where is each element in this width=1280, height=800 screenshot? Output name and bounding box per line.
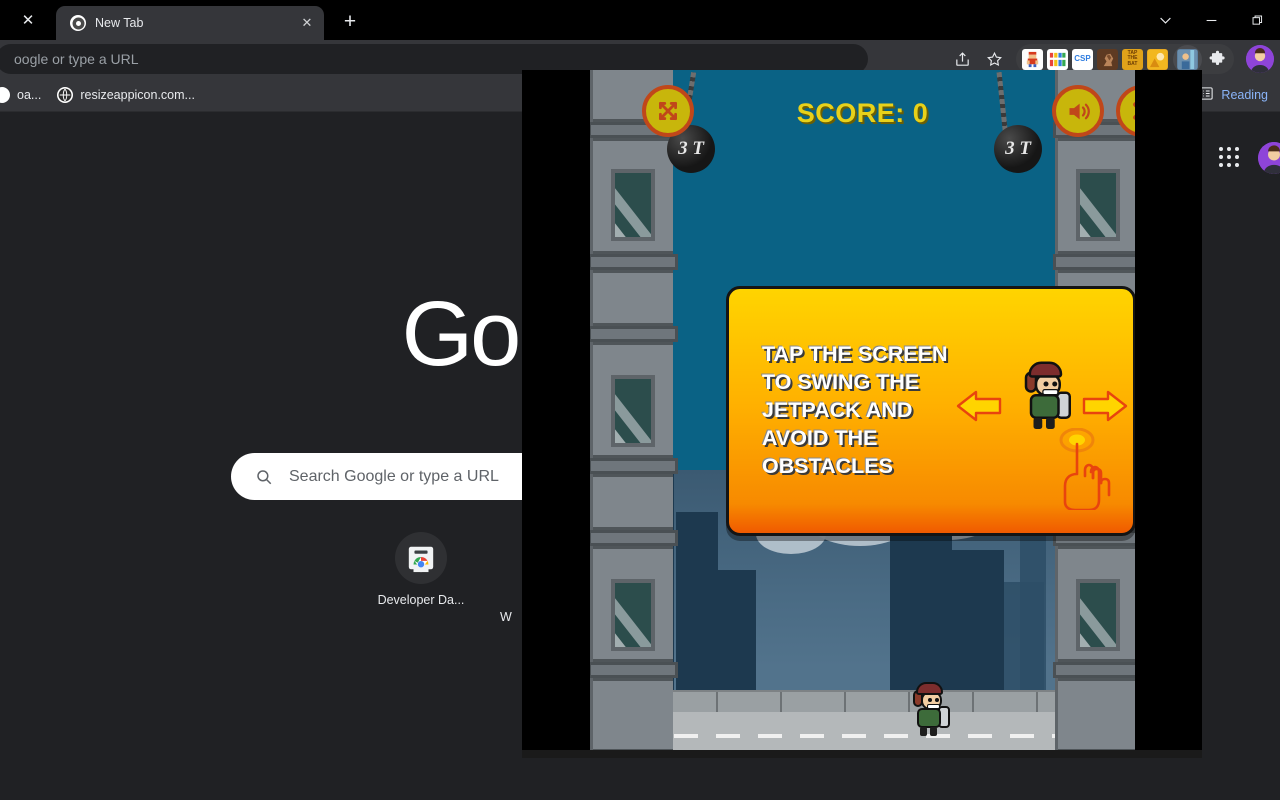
search-placeholder: Search Google or type a URL [289, 468, 499, 486]
arrow-left-icon [956, 386, 1002, 426]
chrome-dashboard-icon [395, 532, 447, 584]
left-close-icon[interactable]: ✕ [0, 0, 56, 40]
mario-extension-icon[interactable] [1022, 49, 1043, 70]
reading-list-label: Reading [1221, 88, 1268, 102]
color-bars-extension-icon[interactable] [1047, 49, 1068, 70]
ntp-profile-avatar[interactable] [1258, 142, 1280, 174]
apps-grid-icon[interactable] [1212, 140, 1246, 174]
shortcut-developer-dashboard[interactable]: Developer Da... [376, 532, 466, 607]
browser-tab[interactable]: New Tab ✕ [56, 6, 324, 40]
globe-favicon [57, 87, 73, 103]
screen: ✕ New Tab ✕ + [0, 0, 1280, 800]
wrecking-ball-right: 3 T [994, 125, 1042, 173]
game-window: 3 T 3 T SCORE: 0 [522, 70, 1202, 758]
tutorial-text: TAP THE SCREEN TO SWING THE JETPACK AND … [762, 341, 964, 481]
bookmark-label: oa... [17, 88, 41, 102]
active-game-extension-icon[interactable] [1177, 49, 1198, 70]
hero-body [1030, 394, 1060, 419]
tutorial-panel[interactable]: TAP THE SCREEN TO SWING THE JETPACK AND … [726, 286, 1135, 536]
tap-the-bat-label: TAP THE BAT [1123, 51, 1142, 67]
tutorial-hero-sprite [1021, 362, 1071, 427]
profile-avatar[interactable] [1246, 45, 1274, 73]
gold-game-extension-icon[interactable] [1147, 49, 1168, 70]
wrecking-ball-label: 3 T [678, 138, 704, 160]
expand-icon[interactable] [642, 85, 694, 137]
tutorial-illustration [964, 316, 1133, 506]
chess-extension-icon[interactable] [1097, 49, 1118, 70]
csp-label: CSP [1074, 55, 1090, 63]
csp-extension-icon[interactable]: CSP [1072, 49, 1093, 70]
tap-finger-icon [1050, 428, 1120, 506]
window-controls [1142, 0, 1280, 40]
tab-close-icon[interactable]: ✕ [298, 14, 316, 32]
minimize-icon[interactable] [1188, 0, 1234, 40]
search-icon [255, 468, 273, 486]
horizontal-scrollbar[interactable] [522, 750, 1202, 758]
chrome-icon [70, 15, 86, 31]
hero-hat [1028, 362, 1062, 378]
bookmark-label: resizeappicon.com... [80, 88, 195, 102]
left-tower [590, 70, 670, 752]
maximize-icon[interactable] [1234, 0, 1280, 40]
chevron-down-icon[interactable] [1142, 0, 1188, 40]
arrow-right-icon [1082, 386, 1128, 426]
game-canvas[interactable]: 3 T 3 T SCORE: 0 [590, 70, 1135, 752]
new-tab-button[interactable]: + [334, 6, 366, 38]
bookmark-item-1[interactable]: resizeappicon.com... [49, 82, 203, 108]
jetpack-hero-sprite [910, 682, 950, 734]
hero-hat [916, 682, 943, 695]
hero-body [917, 708, 941, 728]
sound-on-icon[interactable] [1052, 85, 1104, 137]
omnibox-text: oogle or type a URL [14, 51, 139, 67]
reading-list-button[interactable]: Reading [1193, 83, 1274, 107]
tab-title: New Tab [95, 16, 289, 30]
wrecking-ball-label: 3 T [1005, 138, 1031, 160]
shortcut-label-partial: W [500, 610, 512, 624]
shortcut-label: Developer Da... [378, 593, 465, 607]
bookmark-item-0[interactable]: oa... [0, 82, 49, 108]
generic-favicon [0, 87, 10, 103]
tap-the-bat-extension-icon[interactable]: TAP THE BAT [1122, 49, 1143, 70]
puzzle-piece-icon[interactable] [1207, 49, 1228, 70]
tab-strip: ✕ New Tab ✕ + [0, 0, 1280, 40]
